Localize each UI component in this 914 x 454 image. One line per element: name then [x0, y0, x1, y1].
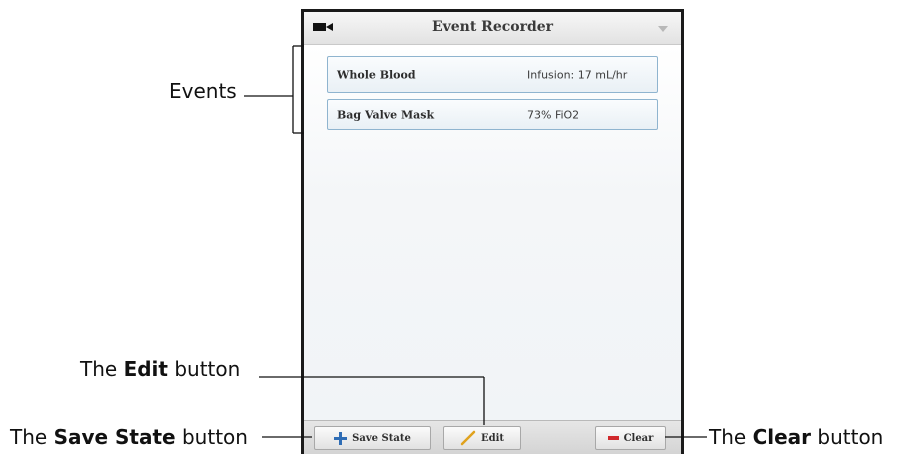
- edit-button[interactable]: Edit: [443, 426, 521, 450]
- events-annotation: Events: [169, 79, 237, 103]
- save-state-label: Save State: [352, 432, 411, 444]
- chevron-down-icon[interactable]: [658, 26, 668, 32]
- clear-annotation: The Clear button: [709, 425, 883, 449]
- edit-button-annotation: The Edit button: [80, 357, 240, 381]
- plus-icon: [334, 431, 348, 445]
- pencil-icon: [460, 430, 476, 446]
- event-recorder-panel: Event Recorder Whole Blood Infusion: 17 …: [301, 9, 684, 454]
- edit-label: Edit: [480, 432, 505, 444]
- annotation-bold: Clear: [752, 425, 812, 449]
- annotation-prefix: The: [709, 425, 753, 449]
- clear-button[interactable]: Clear: [595, 426, 666, 450]
- event-item-whole-blood[interactable]: Whole Blood Infusion: 17 mL/hr: [327, 56, 658, 93]
- save-state-button[interactable]: Save State: [314, 426, 431, 450]
- annotation-suffix: button: [811, 425, 884, 449]
- annotation-bold: Save State: [53, 425, 176, 449]
- save-state-annotation: The Save State button: [10, 425, 248, 449]
- annotation-prefix: The: [10, 425, 54, 449]
- clear-label: Clear: [623, 432, 654, 444]
- event-item-bag-valve-mask[interactable]: Bag Valve Mask 73% FiO2: [327, 99, 658, 130]
- event-value: 73% FiO2: [527, 108, 580, 121]
- minus-icon: [607, 436, 619, 440]
- annotation-suffix: button: [175, 425, 248, 449]
- window-title: Event Recorder: [431, 19, 554, 35]
- event-list: Whole Blood Infusion: 17 mL/hr Bag Valve…: [304, 45, 681, 420]
- event-name: Bag Valve Mask: [337, 108, 435, 121]
- annotation-prefix: The: [80, 357, 124, 381]
- title-bar: Event Recorder: [304, 12, 681, 45]
- bottom-toolbar: Save State Edit Clear: [304, 420, 681, 454]
- event-value: Infusion: 17 mL/hr: [527, 68, 628, 81]
- annotation-suffix: button: [167, 357, 241, 381]
- annotation-bold: Edit: [123, 357, 168, 381]
- event-name: Whole Blood: [337, 68, 416, 81]
